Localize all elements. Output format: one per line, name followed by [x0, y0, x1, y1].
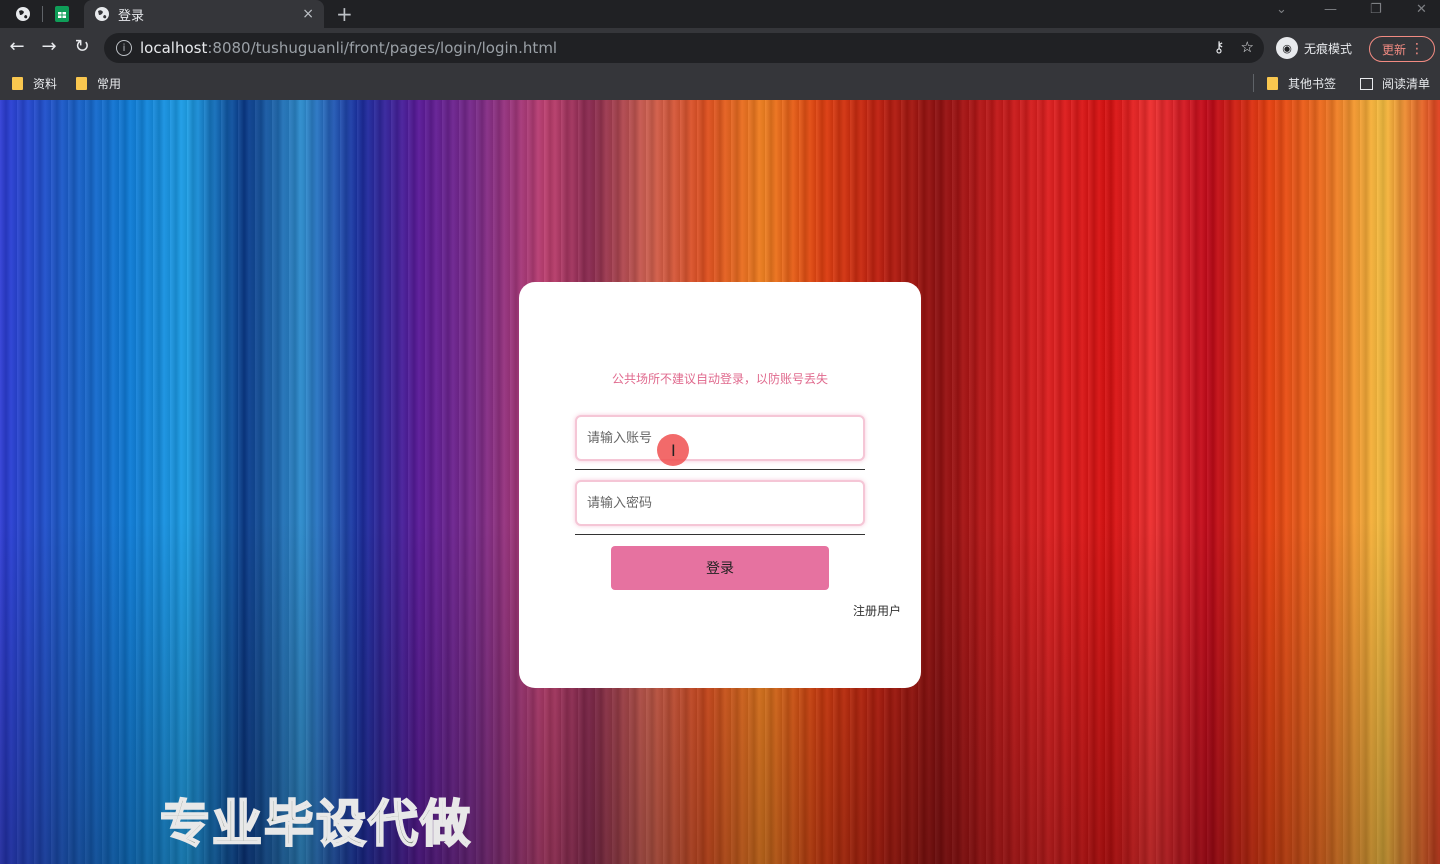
incognito-indicator[interactable]: ◉ 无痕模式: [1276, 37, 1352, 59]
globe-icon: [16, 7, 30, 21]
password-underline: [575, 534, 865, 535]
account-input[interactable]: [577, 417, 863, 459]
browser-chrome: 登录 × + ⌄ — ❐ ✕ ← → ↻ i localhost:8080/tu…: [0, 0, 1440, 100]
minimize-icon[interactable]: —: [1324, 2, 1337, 17]
forward-icon[interactable]: →: [37, 36, 61, 57]
tab-login[interactable]: 登录 ×: [84, 0, 324, 28]
register-link[interactable]: 注册用户: [853, 602, 901, 619]
page-background: 公共场所不建议自动登录，以防账号丢失 登录 注册用户: [0, 100, 1440, 864]
url-path: :8080/tushuguanli/front/pages/login/logi…: [207, 39, 558, 57]
watermark-text: 专业毕设代做: [159, 794, 472, 854]
account-field[interactable]: [575, 415, 865, 461]
tab-close-icon[interactable]: ×: [302, 6, 314, 22]
tab-divider: [42, 6, 43, 22]
reading-list-icon: [1360, 77, 1373, 90]
folder-icon: [12, 77, 23, 90]
address-bar[interactable]: i localhost:8080/tushuguanli/front/pages…: [104, 33, 1264, 63]
reading-list-label: 阅读清单: [1382, 77, 1431, 91]
pinned-tab-sheets[interactable]: [52, 4, 72, 24]
star-icon[interactable]: ☆: [1241, 38, 1254, 56]
account-underline: [575, 469, 865, 470]
url-host: localhost: [140, 39, 208, 57]
tab-search-icon[interactable]: ⌄: [1276, 2, 1287, 17]
reload-icon[interactable]: ↻: [70, 36, 94, 57]
other-bookmarks[interactable]: 其他书签: [1267, 75, 1336, 92]
back-icon[interactable]: ←: [5, 36, 29, 57]
text-cursor-icon: I: [671, 441, 676, 460]
menu-dots-icon[interactable]: ⋮: [1410, 41, 1424, 57]
globe-icon: [95, 7, 109, 21]
password-input[interactable]: [577, 482, 863, 524]
bookmark-folder-changyong[interactable]: 常用: [76, 75, 121, 92]
login-notice: 公共场所不建议自动登录，以防账号丢失: [611, 372, 828, 386]
bookmarks-bar: 资料 常用 其他书签 阅读清单: [0, 68, 1440, 98]
folder-icon: [76, 77, 87, 90]
tab-title: 登录: [118, 8, 145, 24]
login-card: 公共场所不建议自动登录，以防账号丢失 登录 注册用户: [519, 282, 921, 688]
close-window-icon[interactable]: ✕: [1416, 2, 1427, 17]
folder-icon: [1267, 77, 1278, 90]
incognito-label: 无痕模式: [1304, 41, 1353, 56]
other-bookmarks-label: 其他书签: [1288, 77, 1337, 91]
reading-list[interactable]: 阅读清单: [1360, 75, 1430, 92]
new-tab-button[interactable]: +: [336, 2, 353, 26]
omnibox-actions: ⚷ ☆: [1214, 38, 1254, 56]
incognito-icon: ◉: [1276, 37, 1298, 59]
bookmark-label: 资料: [33, 77, 58, 91]
tab-strip: 登录 × + ⌄ — ❐ ✕: [0, 0, 1440, 28]
bookmark-label: 常用: [97, 77, 122, 91]
login-button[interactable]: 登录: [611, 546, 829, 590]
update-label: 更新: [1382, 42, 1407, 57]
sheets-icon: [55, 6, 69, 22]
restore-icon[interactable]: ❐: [1370, 2, 1382, 17]
key-icon[interactable]: ⚷: [1214, 38, 1225, 56]
password-field[interactable]: [575, 480, 865, 526]
bookmark-folder-ziliao[interactable]: 资料: [12, 75, 57, 92]
bookmarks-separator: [1253, 74, 1254, 92]
pinned-tab-globe[interactable]: [13, 4, 33, 24]
site-info-icon[interactable]: i: [116, 40, 132, 56]
update-button[interactable]: 更新 ⋮: [1369, 36, 1435, 62]
browser-toolbar: ← → ↻ i localhost:8080/tushuguanli/front…: [0, 28, 1440, 68]
